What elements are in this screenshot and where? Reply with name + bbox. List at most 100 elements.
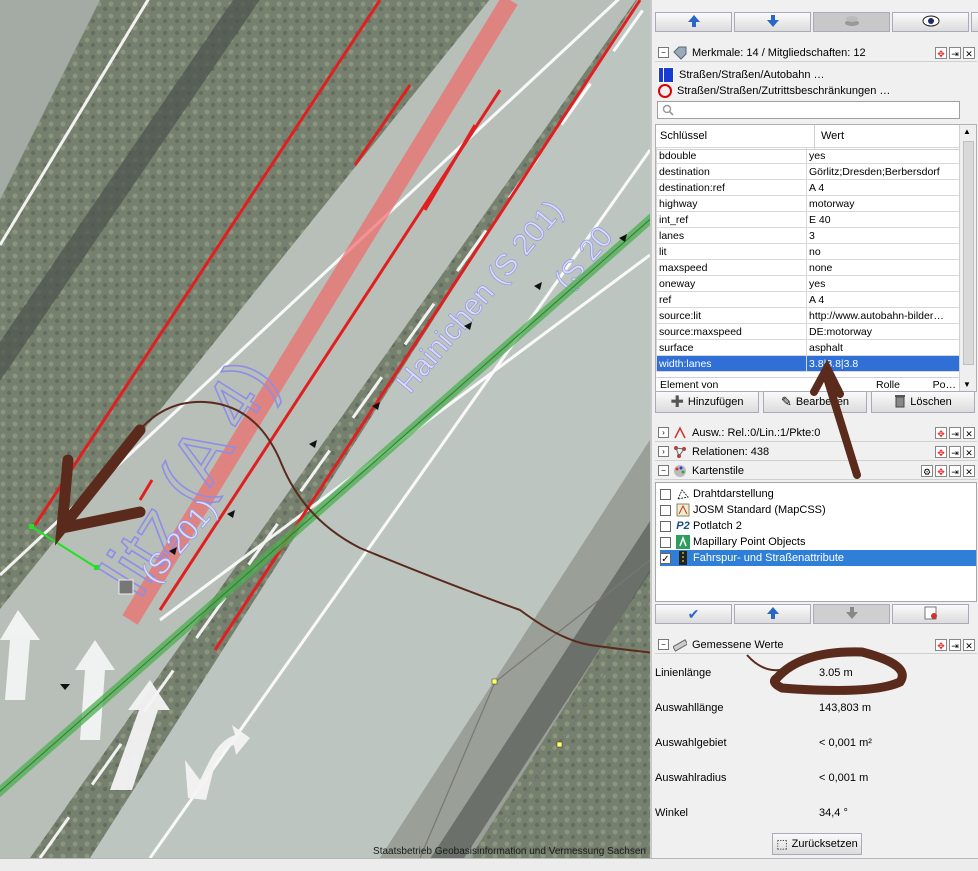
tag-key[interactable]: ref xyxy=(656,291,807,308)
collapse-toggle[interactable]: − xyxy=(658,465,669,476)
tag-row[interactable]: source:maxspeed DE:motorway xyxy=(656,323,961,340)
style-checkbox[interactable] xyxy=(660,488,671,500)
tag-row[interactable]: lit no xyxy=(656,243,961,260)
style-item-wireframe[interactable]: Drahtdarstellung xyxy=(660,486,976,502)
tag-key[interactable]: highway xyxy=(656,195,807,212)
scrollbar[interactable]: ▼ ▲ xyxy=(959,125,976,391)
preset-item-access[interactable]: Straßen/Straßen/Zutrittsbeschränkungen … xyxy=(658,83,890,99)
selection-panel-header[interactable]: › Ausw.: Rel.:0/Lin.:1/Pkte:0 ✥ ⇥ ✕ xyxy=(655,424,977,442)
tag-key[interactable]: source:lit xyxy=(656,307,807,324)
close-icon[interactable]: ✕ xyxy=(963,638,975,651)
tag-search[interactable] xyxy=(657,101,960,119)
panel-detach-icon[interactable]: ✥ xyxy=(935,464,947,477)
style-checkbox[interactable]: ✓ xyxy=(660,552,671,565)
tag-row[interactable]: maxspeed none xyxy=(656,259,961,276)
tag-value[interactable]: E 40 xyxy=(806,211,961,228)
tag-value[interactable]: asphalt xyxy=(806,339,961,356)
style-info-button[interactable] xyxy=(892,604,969,624)
tag-row[interactable]: source:lit http://www.autobahn-bilder… xyxy=(656,307,961,324)
chevron-up-icon[interactable]: ▲ xyxy=(963,127,971,136)
panel-minimize-icon[interactable]: ⇥ xyxy=(949,426,961,439)
move-down-button[interactable] xyxy=(734,12,811,32)
panel-minimize-icon[interactable]: ⇥ xyxy=(949,445,961,458)
panel-minimize-icon[interactable]: ⇥ xyxy=(949,46,961,59)
delete-button[interactable] xyxy=(971,12,978,32)
map-view[interactable]: litz (A 4) Hainichen (S 201) (S 201) (S … xyxy=(0,0,650,858)
tag-key[interactable]: oneway xyxy=(656,275,807,292)
tag-key[interactable]: lanes xyxy=(656,227,807,244)
column-header-value[interactable]: Wert xyxy=(815,125,850,149)
edit-tag-button[interactable]: ✎ Bearbeiten xyxy=(763,391,867,413)
tag-row[interactable]: oneway yes xyxy=(656,275,961,292)
style-item-potlatch[interactable]: P2 Potlatch 2 xyxy=(660,518,976,534)
panel-minimize-icon[interactable]: ⇥ xyxy=(949,638,961,651)
tag-value[interactable]: 3 xyxy=(806,227,961,244)
add-tag-button[interactable]: ✚ Hinzufügen xyxy=(655,391,759,413)
tag-row[interactable]: destination:ref A 4 xyxy=(656,179,961,196)
tag-value[interactable]: none xyxy=(806,259,961,276)
tag-value[interactable]: DE:motorway xyxy=(806,323,961,340)
delete-tag-button[interactable]: Löschen xyxy=(871,391,975,413)
move-up-button[interactable] xyxy=(655,12,732,32)
move-down-button[interactable] xyxy=(813,604,890,624)
scrollbar-thumb[interactable] xyxy=(963,141,974,365)
panel-detach-icon[interactable]: ✥ xyxy=(935,46,947,59)
panel-detach-icon[interactable]: ✥ xyxy=(935,445,947,458)
reset-button[interactable]: ⬚ Zurücksetzen xyxy=(772,833,862,855)
tag-key[interactable]: source:maxspeed xyxy=(656,323,807,340)
close-icon[interactable]: ✕ xyxy=(963,464,975,477)
tag-key[interactable]: width:lanes xyxy=(656,355,807,372)
tag-value[interactable]: no xyxy=(806,243,961,260)
tag-value[interactable]: http://www.autobahn-bilder… xyxy=(806,307,961,324)
chevron-down-icon[interactable]: ▼ xyxy=(963,380,971,389)
tag-row[interactable]: int_ref E 40 xyxy=(656,211,961,228)
tag-row[interactable]: highway motorway xyxy=(656,195,961,212)
tag-value[interactable]: A 4 xyxy=(806,291,961,308)
view-button[interactable] xyxy=(892,12,969,32)
close-icon[interactable]: ✕ xyxy=(963,46,975,59)
tag-key[interactable]: int_ref xyxy=(656,211,807,228)
style-item-mapillary[interactable]: Mapillary Point Objects xyxy=(660,534,976,550)
settings-icon[interactable]: ⚙ xyxy=(921,464,933,477)
stack-button[interactable] xyxy=(813,12,890,32)
tag-key[interactable]: destination xyxy=(656,163,807,180)
panel-detach-icon[interactable]: ✥ xyxy=(935,638,947,651)
tag-key[interactable]: destination:ref xyxy=(656,179,807,196)
tag-value[interactable]: yes xyxy=(806,147,961,164)
tag-key[interactable]: bdouble xyxy=(656,147,807,164)
close-icon[interactable]: ✕ xyxy=(963,426,975,439)
map-canvas[interactable]: litz (A 4) Hainichen (S 201) (S 201) (S … xyxy=(0,0,650,858)
style-checkbox[interactable] xyxy=(660,504,671,516)
style-checkbox[interactable] xyxy=(660,520,671,532)
tag-key[interactable]: maxspeed xyxy=(656,259,807,276)
expand-toggle[interactable]: › xyxy=(658,446,669,457)
tag-row[interactable]: surface asphalt xyxy=(656,339,961,356)
tag-value[interactable]: motorway xyxy=(806,195,961,212)
tag-value[interactable]: 3.8|3.8|3.8 xyxy=(806,355,961,372)
tag-value[interactable]: Görlitz;Dresden;Berbersdorf xyxy=(806,163,961,180)
column-header-key[interactable]: Schlüssel xyxy=(656,125,815,149)
selected-node[interactable] xyxy=(118,579,134,595)
close-icon[interactable]: ✕ xyxy=(963,445,975,458)
tag-row[interactable]: bdouble yes xyxy=(656,147,961,164)
tag-row[interactable]: lanes 3 xyxy=(656,227,961,244)
style-item-josm-standard[interactable]: JOSM Standard (MapCSS) xyxy=(660,502,976,518)
tag-row[interactable]: width:lanes 3.8|3.8|3.8 xyxy=(656,355,961,372)
collapse-toggle[interactable]: − xyxy=(658,639,669,650)
panel-detach-icon[interactable]: ✥ xyxy=(935,426,947,439)
style-item-lane-attributes[interactable]: ✓ Fahrspur- und Straßenattribute xyxy=(660,550,976,566)
tag-row[interactable]: ref A 4 xyxy=(656,291,961,308)
expand-toggle[interactable]: › xyxy=(658,427,669,438)
activate-style-button[interactable]: ✔ xyxy=(655,604,732,624)
relations-panel-header[interactable]: › Relationen: 438 ✥ ⇥ ✕ xyxy=(655,443,977,461)
style-checkbox[interactable] xyxy=(660,536,671,548)
tag-value[interactable]: A 4 xyxy=(806,179,961,196)
search-input[interactable] xyxy=(676,103,956,117)
collapse-toggle[interactable]: − xyxy=(658,47,669,58)
move-up-button[interactable] xyxy=(734,604,811,624)
tag-key[interactable]: lit xyxy=(656,243,807,260)
panel-minimize-icon[interactable]: ⇥ xyxy=(949,464,961,477)
preset-item-autobahn[interactable]: Straßen/Straßen/Autobahn … xyxy=(658,67,890,83)
tag-key[interactable]: surface xyxy=(656,339,807,356)
tag-row[interactable]: destination Görlitz;Dresden;Berbersdorf xyxy=(656,163,961,180)
